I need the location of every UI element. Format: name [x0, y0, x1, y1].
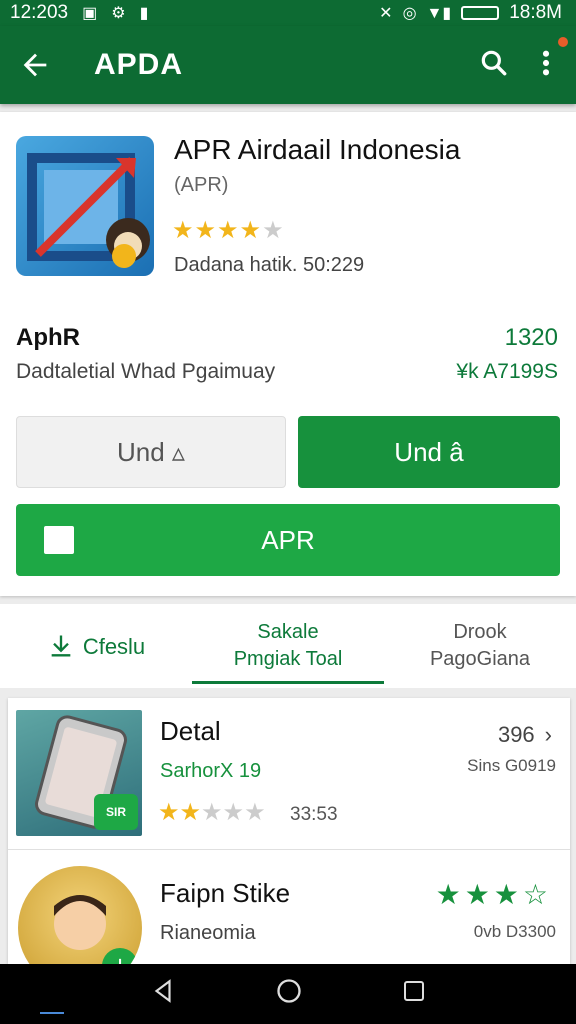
app-bar-title: APDA	[94, 48, 184, 81]
app-list: SIR Detal SarhorX 19 396 › Sins G0919 ★★…	[8, 698, 570, 964]
nav-indicator	[40, 1012, 64, 1014]
secondary-button[interactable]: Und ▵	[16, 416, 286, 488]
list-item-meta: 33:53	[290, 804, 338, 825]
app-developer: (APR)	[174, 174, 229, 196]
tab-label-2: PagoGiana	[429, 648, 531, 670]
app-icon[interactable]	[16, 136, 154, 276]
tab-drook[interactable]: Drook PagoGiana	[384, 604, 576, 688]
list-item-title: Detal	[160, 716, 221, 746]
back-arrow-icon[interactable]	[0, 48, 70, 82]
star-icon: ★★	[158, 799, 202, 826]
app-bar: APDA	[0, 26, 576, 104]
section-title: AphR	[16, 324, 80, 351]
chevron-right-icon[interactable]: ›	[545, 722, 552, 748]
settings-notification-icon: ⚙	[111, 5, 126, 22]
download-arrow-icon	[51, 635, 71, 657]
system-nav-bar	[0, 964, 576, 1024]
status-time: 12:203	[10, 2, 69, 23]
data-saver-icon: ◎	[402, 5, 417, 22]
list-item[interactable]: SIR Detal SarhorX 19 396 › Sins G0919 ★★…	[8, 698, 570, 850]
file-notification-icon: ▮	[139, 5, 149, 22]
primary-button[interactable]: Und â	[298, 416, 560, 488]
recents-nav-icon[interactable]	[402, 978, 426, 1010]
avatar: +	[18, 866, 142, 964]
star-icon: ★★★★	[172, 217, 263, 244]
list-item-subtitle: Rianeomia	[160, 922, 256, 944]
list-item-subtitle: SarhorX 19	[160, 760, 262, 782]
list-item[interactable]: + Faipn Stike Rianeomia ★★★☆ 0vb D3300	[8, 850, 570, 964]
tab-label-2: Pmgiak Toal	[233, 648, 343, 670]
app-rating-stars: ★★★★★	[172, 216, 285, 245]
tab-label: Sakale	[257, 621, 319, 643]
install-button-label: APR	[261, 524, 315, 555]
tab-sakale[interactable]: Sakale Pmgiak Toal	[192, 604, 384, 688]
battery-icon	[461, 6, 500, 20]
status-bar: 12:203 ▣ ⚙ ▮ ✕ ◎ ▼▮ 18:8M	[0, 0, 576, 26]
gallery-notification-icon: ▣	[82, 5, 98, 22]
tab-label: Cfeslu	[82, 633, 146, 659]
list-item-thumbnail: SIR	[16, 710, 142, 836]
status-right-time: 18:8M	[509, 2, 562, 23]
tab-cfeslu[interactable]: Cfeslu	[0, 604, 192, 688]
search-icon[interactable]	[478, 47, 510, 84]
mute-icon: ✕	[379, 5, 393, 22]
install-button[interactable]: APR	[16, 504, 560, 576]
star-empty-icon: ★★★	[201, 799, 266, 826]
list-item-value: 396	[497, 722, 535, 747]
app-meta: Dadana hatik. 50:229	[174, 254, 365, 276]
tab-label: Drook	[453, 621, 507, 643]
list-item-stars: ★★★☆	[435, 879, 552, 910]
app-detail-card: APR Airdaail Indonesia (APR) ★★★★★ Dadan…	[0, 112, 576, 596]
section-subtitle: Dadtaletial Whad Pgaimuay	[16, 360, 276, 383]
signal-icon: ▼▮	[426, 5, 452, 22]
star-empty-icon: ★	[262, 217, 285, 244]
list-item-title: Faipn Stike	[160, 878, 291, 908]
thumbnail-badge: SIR	[94, 794, 138, 830]
section-number: 1320	[504, 324, 558, 351]
list-item-right-sub: 0vb D3300	[473, 922, 556, 941]
download-icon	[44, 526, 74, 554]
section-price: ¥k A7199S	[456, 360, 558, 383]
home-nav-icon[interactable]	[275, 977, 303, 1012]
list-item-right-sub: Sins G0919	[467, 756, 556, 775]
overflow-menu-icon[interactable]	[540, 47, 552, 84]
app-name: APR Airdaail Indonesia	[174, 134, 461, 165]
back-nav-icon[interactable]	[150, 978, 176, 1011]
notification-dot	[558, 36, 568, 47]
tab-bar: Cfeslu Sakale Pmgiak Toal Drook PagoGian…	[0, 604, 576, 688]
list-item-stars: ★★★★★	[158, 798, 266, 827]
